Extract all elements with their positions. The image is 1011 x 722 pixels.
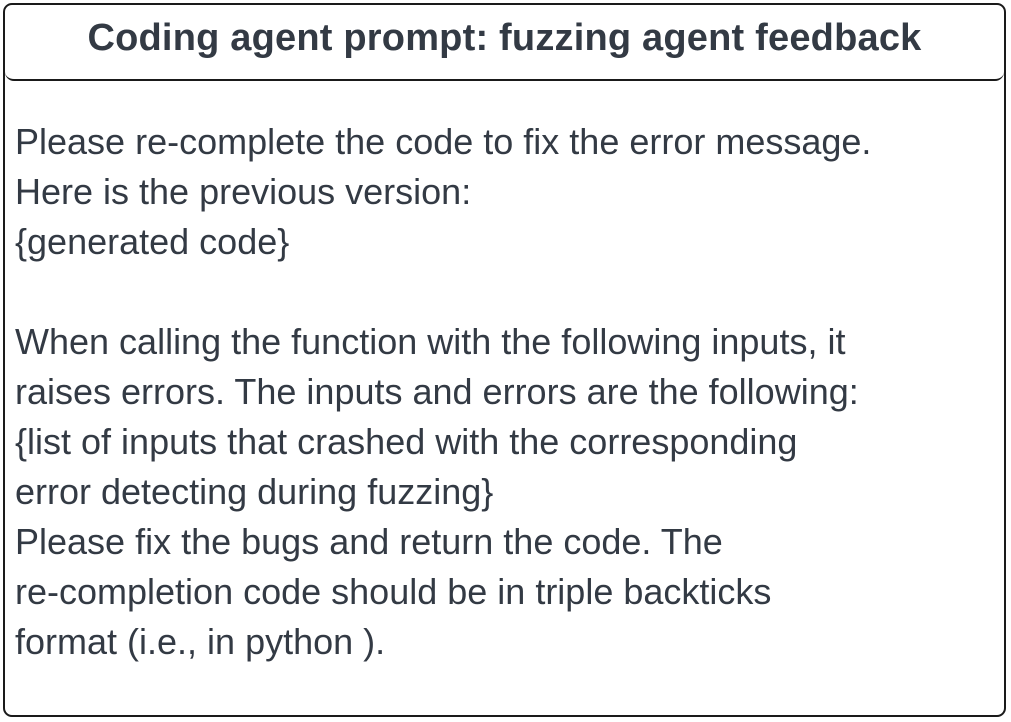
prompt-line: {generated code}: [15, 221, 290, 262]
prompt-line: Here is the previous version:: [15, 171, 472, 212]
prompt-body: Please re-complete the code to fix the e…: [15, 117, 1004, 667]
prompt-line: re-completion code should be in triple b…: [15, 571, 772, 612]
prompt-line: Please fix the bugs and return the code.…: [15, 521, 723, 562]
prompt-blank-line: [15, 267, 1004, 317]
prompt-line: When calling the function with the follo…: [15, 321, 846, 362]
prompt-title-bar: Coding agent prompt: fuzzing agent feedb…: [5, 5, 1004, 81]
prompt-line: format (i.e., in python ).: [15, 621, 386, 662]
prompt-line: raises errors. The inputs and errors are…: [15, 371, 859, 412]
prompt-title: Coding agent prompt: fuzzing agent feedb…: [87, 16, 922, 59]
prompt-box: Coding agent prompt: fuzzing agent feedb…: [3, 3, 1006, 717]
prompt-line: error detecting during fuzzing}: [15, 471, 494, 512]
prompt-line: Please re-complete the code to fix the e…: [15, 121, 872, 162]
prompt-line: {list of inputs that crashed with the co…: [15, 421, 798, 462]
